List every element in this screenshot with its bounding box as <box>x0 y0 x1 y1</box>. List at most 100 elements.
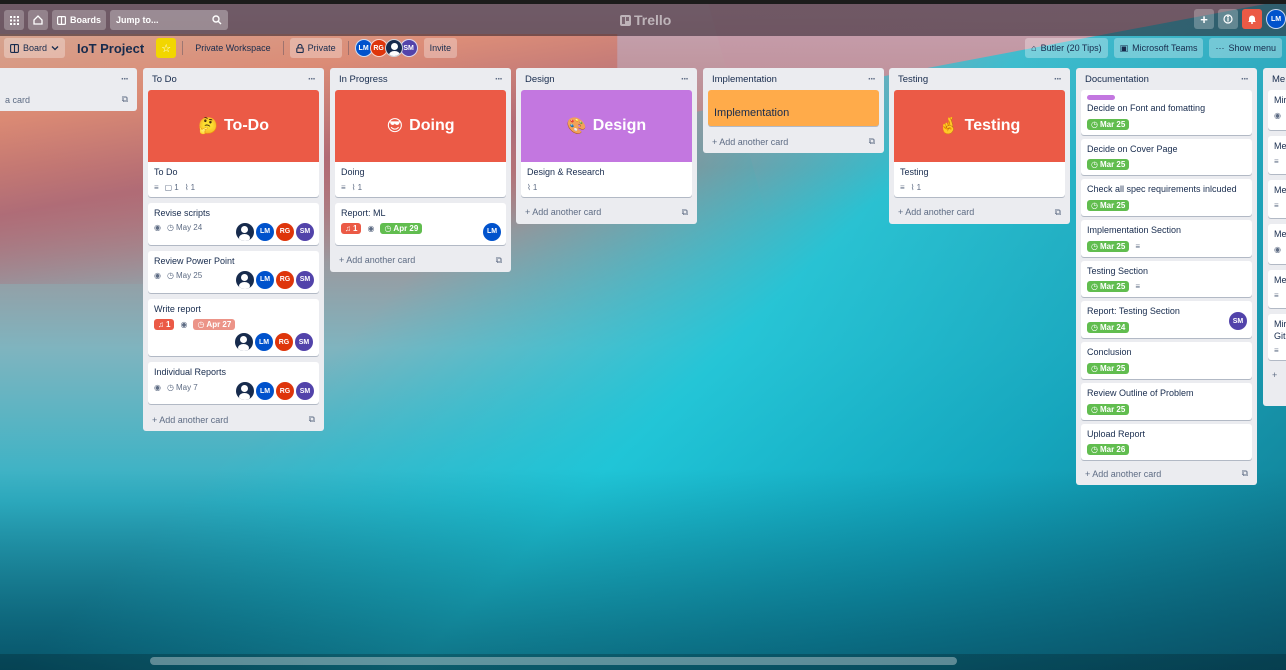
search-placeholder: Jump to... <box>116 15 159 25</box>
apps-grid-button[interactable] <box>4 10 24 30</box>
due-date-badge: ◷ Mar 25 <box>1087 362 1130 374</box>
star-button[interactable]: ☆ <box>156 38 177 58</box>
list-title[interactable]: Me <box>1272 74 1285 85</box>
list-title[interactable]: Implementation <box>712 74 777 85</box>
template-icon[interactable]: ⧉ <box>1055 207 1061 218</box>
board-view-switcher[interactable]: Board <box>4 38 66 58</box>
card[interactable]: 🤔 To-Do To Do ≡ ▢ 1 ⌇ 1 <box>148 90 319 197</box>
list-title[interactable]: To Do <box>152 74 177 85</box>
create-button[interactable]: + <box>1194 9 1214 29</box>
boards-button[interactable]: Boards <box>52 10 107 30</box>
list-title[interactable]: In Progress <box>339 74 388 85</box>
list-menu-icon[interactable]: ··· <box>681 74 689 85</box>
home-button[interactable] <box>28 10 48 30</box>
member-avatar[interactable] <box>236 270 254 289</box>
card[interactable]: Me ≡ <box>1268 270 1286 308</box>
add-card-button[interactable]: + Add another card ⧉ <box>521 203 692 218</box>
card[interactable]: Me ≡ <box>1268 136 1286 174</box>
card[interactable]: Decide on Cover Page ◷ Mar 25 <box>1081 138 1252 176</box>
member-avatar[interactable] <box>235 333 253 352</box>
notifications-button[interactable] <box>1242 9 1262 29</box>
microsoft-teams-button[interactable]: ▣ Microsoft Teams <box>1113 38 1204 58</box>
template-icon[interactable]: ⧉ <box>496 255 502 266</box>
list-menu-icon[interactable]: ··· <box>121 74 129 85</box>
template-icon[interactable]: ⧉ <box>122 94 128 105</box>
card[interactable]: Implementation <box>708 90 879 126</box>
add-card-button[interactable]: + Add another card ⧉ <box>335 251 506 266</box>
member-avatar[interactable]: SM <box>1229 312 1247 331</box>
list-menu-icon[interactable]: ··· <box>1054 74 1062 85</box>
template-icon[interactable]: ⧉ <box>309 414 315 425</box>
board-title[interactable]: IoT Project <box>71 41 150 56</box>
card[interactable]: Testing Section ◷ Mar 25 ≡ <box>1081 260 1252 298</box>
list-menu-icon[interactable]: ··· <box>495 74 503 85</box>
template-icon[interactable]: ⧉ <box>682 207 688 218</box>
card[interactable]: Me ≡ <box>1268 180 1286 218</box>
card-label[interactable] <box>1087 95 1115 100</box>
member-avatar[interactable]: LM <box>483 222 501 241</box>
list-title[interactable]: Design <box>525 74 555 85</box>
top-navigation-bar: Boards Jump to... Trello + LM <box>0 0 1286 36</box>
card[interactable]: Check all spec requirements inlcuded ◷ Ma… <box>1081 179 1252 217</box>
member-avatar[interactable]: LM <box>256 382 274 401</box>
list-menu-icon[interactable]: ··· <box>1241 74 1249 85</box>
visibility-button[interactable]: Private <box>289 38 342 58</box>
butler-button[interactable]: ⌂ Butler (20 Tips) <box>1025 38 1108 58</box>
card[interactable]: Write report ♫ 1 ◉ ◷ Apr 27 LM RG SM <box>148 298 319 357</box>
card[interactable]: Review Power Point ◉ ◷ May 25 LM RG SM <box>148 250 319 293</box>
card[interactable]: Mir Git ≡ <box>1268 314 1286 360</box>
member-avatar[interactable] <box>384 39 403 57</box>
member-avatar[interactable]: SM <box>296 270 314 289</box>
member-avatar[interactable]: RG <box>276 382 294 401</box>
add-card-button[interactable]: + <box>1268 366 1286 380</box>
card[interactable]: 🎨 Design Design & Research ⌇ 1 <box>521 90 692 197</box>
add-card-button[interactable]: + Add another card ⧉ <box>148 410 319 425</box>
trello-logo[interactable]: Trello <box>620 12 671 28</box>
card[interactable]: Upload Report ◷ Mar 26 <box>1081 423 1252 461</box>
list-menu-icon[interactable]: ··· <box>868 74 876 85</box>
template-icon[interactable]: ⧉ <box>1242 468 1248 479</box>
scrollbar-thumb[interactable] <box>150 657 957 665</box>
clock-icon: ◷ <box>384 224 392 234</box>
card[interactable]: Mir ◉ <box>1268 90 1286 130</box>
card[interactable]: Revise scripts ◉ ◷ May 24 LM RG SM <box>148 202 319 245</box>
card[interactable]: Decide on Font and fomatting ◷ Mar 25 <box>1081 90 1252 135</box>
add-card-button[interactable]: a card ⧉ <box>0 90 132 105</box>
member-avatar[interactable]: RG <box>275 333 293 352</box>
clock-icon: ◷ <box>1091 241 1098 251</box>
member-avatar[interactable]: LM <box>255 333 273 352</box>
info-button[interactable] <box>1218 9 1238 29</box>
clock-icon: ◷ <box>1091 160 1098 170</box>
card[interactable]: 😎 Doing Doing ≡ ⌇ 1 <box>335 90 506 197</box>
member-avatar[interactable]: SM <box>296 382 314 401</box>
invite-button[interactable]: Invite <box>423 38 458 58</box>
member-avatar[interactable]: SM <box>295 333 313 352</box>
list-menu-icon[interactable]: ··· <box>308 74 316 85</box>
card[interactable]: Implementation Section ◷ Mar 25 ≡ <box>1081 220 1252 257</box>
card[interactable]: Me ◉ <box>1268 224 1286 264</box>
member-avatar[interactable] <box>236 222 254 241</box>
add-card-button[interactable]: + Add another card ⧉ <box>1081 464 1252 479</box>
member-avatar[interactable]: LM <box>256 222 274 241</box>
card[interactable]: Review Outline of Problem ◷ Mar 25 <box>1081 382 1252 420</box>
card[interactable]: Report: ML ♫ 1 ◉ ◷ Apr 29 LM <box>335 202 506 245</box>
member-avatar[interactable]: RG <box>276 270 294 289</box>
card[interactable]: 🤞 Testing Testing ≡ ⌇ 1 <box>894 90 1065 197</box>
member-avatar[interactable]: LM <box>256 270 274 289</box>
card[interactable]: Conclusion ◷ Mar 25 <box>1081 342 1252 379</box>
list-title[interactable]: Testing <box>898 74 928 85</box>
show-menu-button[interactable]: ··· Show menu <box>1209 38 1282 58</box>
template-icon[interactable]: ⧉ <box>869 136 875 147</box>
user-avatar[interactable]: LM <box>1266 9 1286 29</box>
member-avatar[interactable]: RG <box>276 222 294 241</box>
card[interactable]: Report: Testing Section ◷ Mar 24 SM <box>1081 301 1252 339</box>
member-avatar[interactable] <box>236 382 254 401</box>
list-title[interactable]: Documentation <box>1085 74 1149 85</box>
watch-icon: ◉ <box>154 271 161 281</box>
member-avatar[interactable]: SM <box>296 222 314 241</box>
add-card-button[interactable]: + Add another card ⧉ <box>708 132 879 147</box>
workspace-button[interactable]: Private Workspace <box>189 38 276 58</box>
jump-to-search[interactable]: Jump to... <box>110 10 229 30</box>
add-card-button[interactable]: + Add another card ⧉ <box>894 203 1065 218</box>
card[interactable]: Individual Reports ◉ ◷ May 7 LM RG SM <box>148 362 319 405</box>
